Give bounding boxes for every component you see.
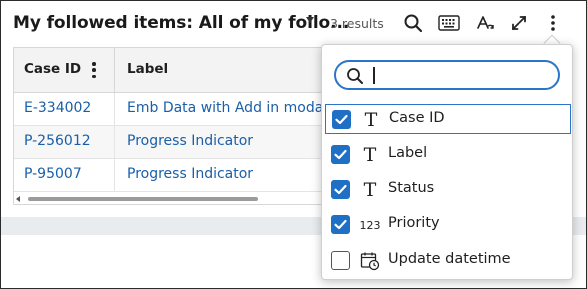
horizontal-scrollbar[interactable] — [14, 194, 323, 204]
text-type-icon: T — [363, 144, 377, 166]
column-option-label-text: Update datetime — [388, 251, 511, 267]
search-icon[interactable] — [401, 11, 425, 35]
column-search-input[interactable] — [372, 66, 552, 84]
column-option-priority[interactable]: 123 Priority — [325, 210, 571, 240]
keyboard-icon[interactable] — [437, 11, 461, 35]
checkbox-checked-icon[interactable] — [331, 180, 350, 199]
label-link[interactable]: Emb Data with Add in moda — [127, 100, 323, 116]
column-menu-icon[interactable] — [86, 60, 102, 80]
cell-divider — [114, 159, 115, 192]
column-option-label-text: Priority — [388, 215, 440, 231]
results-count: 3 results — [330, 16, 384, 31]
table-row[interactable]: P-256012 Progress Indicator — [14, 126, 323, 159]
table-row[interactable]: E-334002 Emb Data with Add in moda — [14, 93, 323, 126]
items-table: Case ID Label E-334002 Emb Data with Add… — [13, 47, 323, 205]
case-id-link[interactable]: P-95007 — [24, 166, 82, 182]
column-header-label[interactable]: Label — [127, 61, 168, 77]
column-divider[interactable] — [114, 48, 115, 93]
label-link[interactable]: Progress Indicator — [127, 166, 253, 182]
widget-header: My followed items: All of my follo... 3 … — [1, 1, 586, 47]
checkbox-checked-icon[interactable] — [331, 215, 350, 234]
more-vertical-icon[interactable] — [541, 11, 565, 35]
widget-title: My followed items: All of my follo... — [13, 13, 350, 33]
cell-divider — [114, 93, 115, 126]
checkbox-unchecked-icon[interactable] — [331, 251, 350, 270]
column-header-case-id[interactable]: Case ID — [24, 61, 81, 77]
checkbox-checked-icon[interactable] — [331, 145, 350, 164]
column-option-status[interactable]: T Status — [325, 175, 571, 205]
table-row[interactable]: P-95007 Progress Indicator — [14, 159, 323, 192]
column-picker-popover: T Case ID T Label T Status 123 Priority … — [321, 44, 573, 280]
expand-icon[interactable] — [507, 11, 531, 35]
checkbox-checked-icon[interactable] — [332, 110, 351, 129]
column-option-label-text: Status — [388, 180, 435, 196]
case-id-link[interactable]: P-256012 — [24, 133, 91, 149]
column-option-case-id[interactable]: T Case ID — [325, 104, 571, 134]
text-type-icon: T — [363, 179, 377, 201]
calendar-clock-icon — [359, 249, 381, 273]
search-icon — [346, 67, 364, 89]
column-option-label: Case ID — [389, 110, 445, 126]
table-header-row: Case ID Label — [14, 48, 323, 93]
column-option-label-text: Label — [388, 145, 428, 161]
text-type-icon: T — [364, 109, 378, 131]
label-link[interactable]: Progress Indicator — [127, 133, 253, 149]
column-option-label[interactable]: T Label — [325, 140, 571, 170]
case-id-link[interactable]: E-334002 — [24, 100, 91, 116]
cell-divider — [114, 126, 115, 159]
column-option-update-datetime[interactable]: Update datetime — [325, 246, 571, 276]
number-type-icon: 123 — [359, 218, 381, 232]
text-style-icon[interactable] — [473, 11, 497, 35]
scroll-left-icon[interactable] — [16, 196, 20, 202]
scroll-thumb[interactable] — [28, 197, 258, 201]
view-dropdown-caret-icon[interactable] — [306, 17, 314, 23]
column-search-field[interactable] — [334, 60, 560, 90]
